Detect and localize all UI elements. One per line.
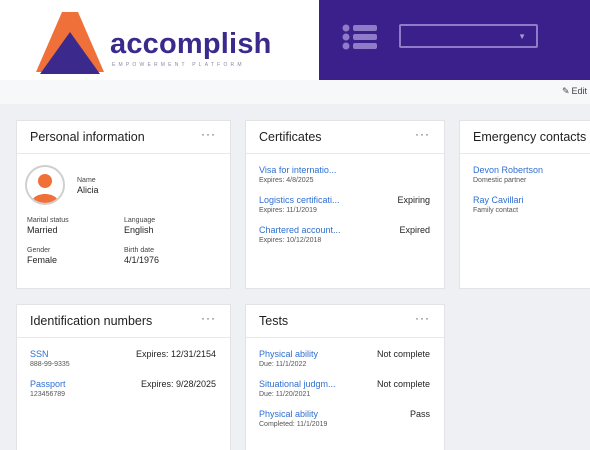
emergency-contacts-card: Emergency contacts Devon Robertson Domes…	[459, 120, 590, 289]
identification-number: 888-99-9335	[30, 361, 70, 368]
list-item: Devon Robertson Domestic partner	[473, 165, 590, 184]
header-search-dropdown[interactable]: ▼	[399, 24, 538, 48]
name-label: Name	[77, 177, 96, 184]
person-icon	[27, 167, 63, 203]
card-title: Tests	[259, 314, 289, 328]
test-due-date: Completed: 11/1/2019	[259, 421, 328, 428]
gender-value: Female	[27, 255, 58, 265]
avatar	[25, 165, 65, 205]
pencil-icon: ✎	[561, 86, 570, 96]
identification-expiry: Expires: 12/31/2154	[135, 349, 216, 359]
card-header: Certificates ···	[246, 121, 444, 154]
marital-status-label: Marital status	[27, 217, 69, 224]
list-item: Logistics certificati... Expires: 11/1/2…	[259, 195, 430, 214]
card-header: Identification numbers ···	[17, 305, 230, 338]
identification-number: 123456789	[30, 391, 66, 398]
test-due-date: Due: 11/1/2022	[259, 361, 307, 368]
gender-label: Gender	[27, 247, 51, 254]
list-item: Physical ability Completed: 11/1/2019 Pa…	[259, 409, 430, 428]
contact-relationship: Family contact	[473, 207, 519, 214]
card-header: Tests ···	[246, 305, 444, 338]
list-item: Ray Cavillari Family contact	[473, 195, 590, 214]
birth-date-value: 4/1/1976	[124, 255, 160, 265]
edit-label: Edit	[571, 86, 587, 96]
test-status: Pass	[409, 409, 430, 419]
contact-link[interactable]: Devon Robertson	[473, 165, 590, 175]
menu-icon[interactable]	[341, 24, 379, 50]
marital-status-value: Married	[27, 225, 58, 235]
list-item: Visa for internatio... Expires: 4/8/2025	[259, 165, 430, 184]
certificate-expiry: Expires: 11/1/2019	[259, 207, 317, 214]
certificate-status: Expired	[399, 225, 430, 235]
brand-tagline: EMPOWERMENT PLATFORM	[112, 62, 245, 68]
list-item: Situational judgm... Due: 11/20/2021 Not…	[259, 379, 430, 398]
language-field: Language English	[124, 217, 155, 235]
contact-link[interactable]: Ray Cavillari	[473, 195, 590, 205]
certificate-expiry: Expires: 10/12/2018	[259, 237, 322, 244]
certificate-link[interactable]: Visa for internatio...	[259, 165, 430, 175]
test-status: Not complete	[376, 379, 430, 389]
card-title: Certificates	[259, 130, 322, 144]
card-header: Emergency contacts	[460, 121, 590, 154]
list-item: SSN 888-99-9335 Expires: 12/31/2154	[30, 349, 216, 368]
birth-date-field: Birth date 4/1/1976	[124, 247, 159, 265]
certificate-expiry: Expires: 4/8/2025	[259, 177, 314, 184]
birth-date-label: Birth date	[124, 247, 154, 254]
test-due-date: Due: 11/20/2021	[259, 391, 311, 398]
card-title: Identification numbers	[30, 314, 153, 328]
personal-information-card: Personal information ··· Name Alicia Mar…	[16, 120, 231, 289]
identification-expiry: Expires: 9/28/2025	[140, 379, 216, 389]
marital-status-field: Marital status Married	[27, 217, 69, 235]
chevron-down-icon: ▼	[518, 32, 526, 41]
language-label: Language	[124, 217, 156, 224]
tests-card: Tests ··· Physical ability Due: 11/1/202…	[245, 304, 445, 450]
test-status: Not complete	[376, 349, 430, 359]
name-value: Alicia	[77, 185, 99, 195]
brand-name: accomplish	[110, 28, 272, 60]
gender-field: Gender Female	[27, 247, 57, 265]
edit-button[interactable]: ✎ Edit	[562, 86, 587, 97]
certificate-status: Expiring	[397, 195, 430, 205]
name-field: Name Alicia	[77, 177, 99, 195]
language-value: English	[124, 225, 154, 235]
test-link[interactable]: Physical ability	[259, 409, 430, 419]
card-title: Personal information	[30, 130, 145, 144]
certificates-card: Certificates ··· Visa for internatio... …	[245, 120, 445, 289]
identification-numbers-card: Identification numbers ··· SSN 888-99-93…	[16, 304, 231, 450]
more-options-icon[interactable]: ···	[201, 127, 216, 141]
more-options-icon[interactable]: ···	[201, 311, 216, 325]
more-options-icon[interactable]: ···	[415, 311, 430, 325]
list-item: Physical ability Due: 11/1/2022 Not comp…	[259, 349, 430, 368]
accomplish-logo-icon	[36, 12, 104, 74]
list-item: Chartered account... Expires: 10/12/2018…	[259, 225, 430, 244]
contact-relationship: Domestic partner	[473, 177, 527, 184]
list-item: Passport 123456789 Expires: 9/28/2025	[30, 379, 216, 398]
command-bar	[0, 80, 590, 104]
card-title: Emergency contacts	[473, 130, 587, 144]
more-options-icon[interactable]: ···	[415, 127, 430, 141]
card-header: Personal information ···	[17, 121, 230, 154]
